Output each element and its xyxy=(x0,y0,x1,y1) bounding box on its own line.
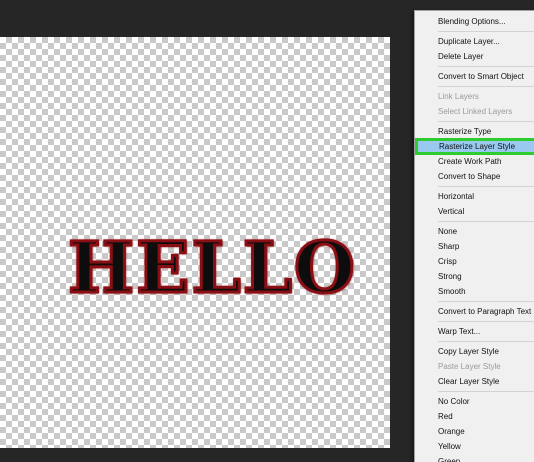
menu-item-none[interactable]: None xyxy=(415,224,534,239)
menu-item-horizontal[interactable]: Horizontal xyxy=(415,189,534,204)
menu-item-warp-text[interactable]: Warp Text... xyxy=(415,324,534,339)
photoshop-workspace: HELLO Blending Options... Duplicate Layer… xyxy=(0,0,534,462)
menu-item-red[interactable]: Red xyxy=(415,409,534,424)
menu-item-delete-layer[interactable]: Delete Layer xyxy=(415,49,534,64)
menu-separator xyxy=(438,321,534,322)
menu-separator xyxy=(438,66,534,67)
layer-context-menu: Blending Options... Duplicate Layer... Del… xyxy=(414,10,534,462)
menu-separator xyxy=(438,341,534,342)
menu-separator xyxy=(438,186,534,187)
menu-item-yellow[interactable]: Yellow xyxy=(415,439,534,454)
menu-item-duplicate-layer[interactable]: Duplicate Layer... xyxy=(415,34,534,49)
menu-item-convert-to-shape[interactable]: Convert to Shape xyxy=(415,169,534,184)
menu-separator xyxy=(438,391,534,392)
document-canvas[interactable]: HELLO xyxy=(0,37,390,448)
menu-separator xyxy=(438,121,534,122)
menu-separator xyxy=(438,221,534,222)
menu-separator xyxy=(438,31,534,32)
menu-item-crisp[interactable]: Crisp xyxy=(415,254,534,269)
menu-item-strong[interactable]: Strong xyxy=(415,269,534,284)
menu-item-rasterize-type[interactable]: Rasterize Type xyxy=(415,124,534,139)
menu-item-orange[interactable]: Orange xyxy=(415,424,534,439)
menu-item-smooth[interactable]: Smooth xyxy=(415,284,534,299)
menu-separator xyxy=(438,86,534,87)
menu-item-convert-to-paragraph-text[interactable]: Convert to Paragraph Text xyxy=(415,304,534,319)
menu-item-rasterize-layer-style[interactable]: Rasterize Layer Style xyxy=(415,138,534,155)
menu-item-blending-options[interactable]: Blending Options... xyxy=(415,14,534,29)
menu-item-green[interactable]: Green xyxy=(415,454,534,462)
menu-item-clear-layer-style[interactable]: Clear Layer Style xyxy=(415,374,534,389)
menu-item-vertical[interactable]: Vertical xyxy=(415,204,534,219)
menu-item-sharp[interactable]: Sharp xyxy=(415,239,534,254)
menu-item-select-linked-layers: Select Linked Layers xyxy=(438,107,513,116)
menu-item-copy-layer-style[interactable]: Copy Layer Style xyxy=(415,344,534,359)
menu-item-paste-layer-style: Paste Layer Style xyxy=(438,362,501,371)
menu-item-create-work-path[interactable]: Create Work Path xyxy=(415,154,534,169)
menu-item-no-color[interactable]: No Color xyxy=(415,394,534,409)
menu-item-convert-to-smart-object[interactable]: Convert to Smart Object xyxy=(415,69,534,84)
menu-separator xyxy=(438,301,534,302)
hello-text-layer[interactable]: HELLO xyxy=(67,231,357,304)
menu-item-link-layers: Link Layers xyxy=(438,92,479,101)
